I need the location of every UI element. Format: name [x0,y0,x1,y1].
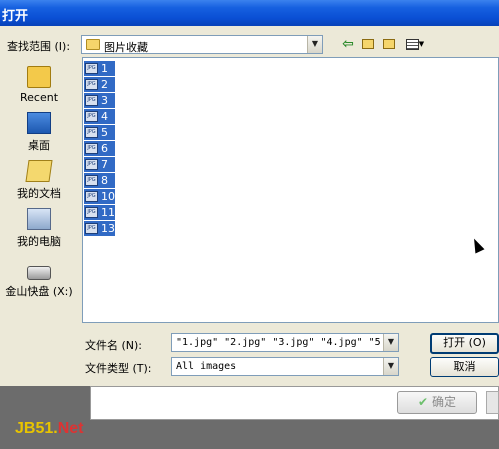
check-icon: ✔ [417,395,429,409]
file-list[interactable]: JPG 1 JPG 2 JPG 3 JPG 4 JPG 5 JPG 6 JPG 7 JPG 8 … [82,57,499,323]
file-item[interactable]: JPG 4 [84,109,115,124]
file-item[interactable]: JPG 10 [84,189,115,204]
place-label: 我的文档 [17,187,61,200]
file-item[interactable]: JPG 11 [84,205,115,220]
file-item[interactable]: JPG 1 [84,61,115,76]
background-button-edge [486,391,499,414]
file-item[interactable]: JPG 8 [84,173,115,188]
jpg-file-icon: JPG [85,63,98,74]
place-my-computer[interactable]: 我的电脑 [0,208,78,249]
views-menu-icon[interactable]: ▼ [402,35,428,53]
filetype-label: 文件类型 (T): [85,362,152,375]
place-desktop[interactable]: 桌面 [0,112,78,153]
file-name: 2 [101,78,108,91]
lookin-combo[interactable]: 图片收藏 ▼ [81,35,323,54]
place-drive[interactable]: 金山快盘 (X:) [0,260,78,299]
place-label: 桌面 [28,139,50,152]
filetype-select[interactable]: All images ▼ [171,357,399,376]
jpg-file-icon: JPG [85,207,98,218]
file-item[interactable]: JPG 3 [84,93,115,108]
open-dialog: 查找范围 (I): 图片收藏 ▼ ⇦ ▼ Recent 桌面 我的文档 我的电脑… [0,26,499,386]
chevron-down-icon[interactable]: ▼ [383,358,398,375]
title-bar: 打开 [0,0,499,26]
jpg-file-icon: JPG [85,143,98,154]
place-recent[interactable]: Recent [0,66,78,104]
file-name: 13 [101,222,115,235]
file-item[interactable]: JPG 7 [84,157,115,172]
filename-label: 文件名 (N): [85,339,143,352]
desktop-icon [27,112,51,134]
file-name: 7 [101,158,108,171]
lookin-label: 查找范围 (I): [7,40,71,53]
file-name: 11 [101,206,115,219]
file-item[interactable]: JPG 13 [84,221,115,236]
jpg-file-icon: JPG [85,159,98,170]
place-label: Recent [19,91,59,104]
confirm-label: 确定 [432,395,457,409]
chevron-down-icon[interactable]: ▼ [383,334,398,351]
back-arrow-icon[interactable]: ⇦ [339,35,357,53]
file-item[interactable]: JPG 6 [84,141,115,156]
recent-folder-icon [27,66,51,88]
jpg-file-icon: JPG [85,191,98,202]
confirm-button[interactable]: ✔ 确定 [397,391,477,414]
file-name: 3 [101,94,108,107]
site-watermark: JB51.Net [15,420,84,437]
place-my-documents[interactable]: 我的文档 [0,160,78,201]
up-folder-icon[interactable] [359,35,377,53]
file-name: 4 [101,110,108,123]
filename-field[interactable]: "1.jpg" "2.jpg" "3.jpg" "4.jpg" "5.jp ▼ [171,333,399,352]
chevron-down-icon[interactable]: ▼ [307,36,322,53]
my-documents-icon [25,160,53,182]
my-computer-icon [27,208,51,230]
jpg-file-icon: JPG [85,95,98,106]
file-name: 10 [101,190,115,203]
new-folder-icon[interactable] [380,35,398,53]
drive-icon [27,266,51,280]
jpg-file-icon: JPG [85,111,98,122]
folder-icon [86,39,100,50]
open-button[interactable]: 打开 (O) [430,333,499,354]
places-bar: Recent 桌面 我的文档 我的电脑 金山快盘 (X:) [0,62,78,354]
file-item[interactable]: JPG 5 [84,125,115,140]
jpg-file-icon: JPG [85,79,98,90]
lookin-value: 图片收藏 [104,41,148,54]
window-title: 打开 [2,9,29,24]
file-name: 6 [101,142,108,155]
file-name: 8 [101,174,108,187]
place-label: 金山快盘 (X:) [5,285,73,298]
filetype-value: All images [176,361,237,372]
filename-value: "1.jpg" "2.jpg" "3.jpg" "4.jpg" "5.jp [176,337,382,348]
file-name: 1 [101,62,108,75]
jpg-file-icon: JPG [85,175,98,186]
file-name: 5 [101,126,108,139]
jpg-file-icon: JPG [85,223,98,234]
cancel-button[interactable]: 取消 [430,357,499,377]
jpg-file-icon: JPG [85,127,98,138]
place-label: 我的电脑 [17,235,61,248]
file-item[interactable]: JPG 2 [84,77,115,92]
